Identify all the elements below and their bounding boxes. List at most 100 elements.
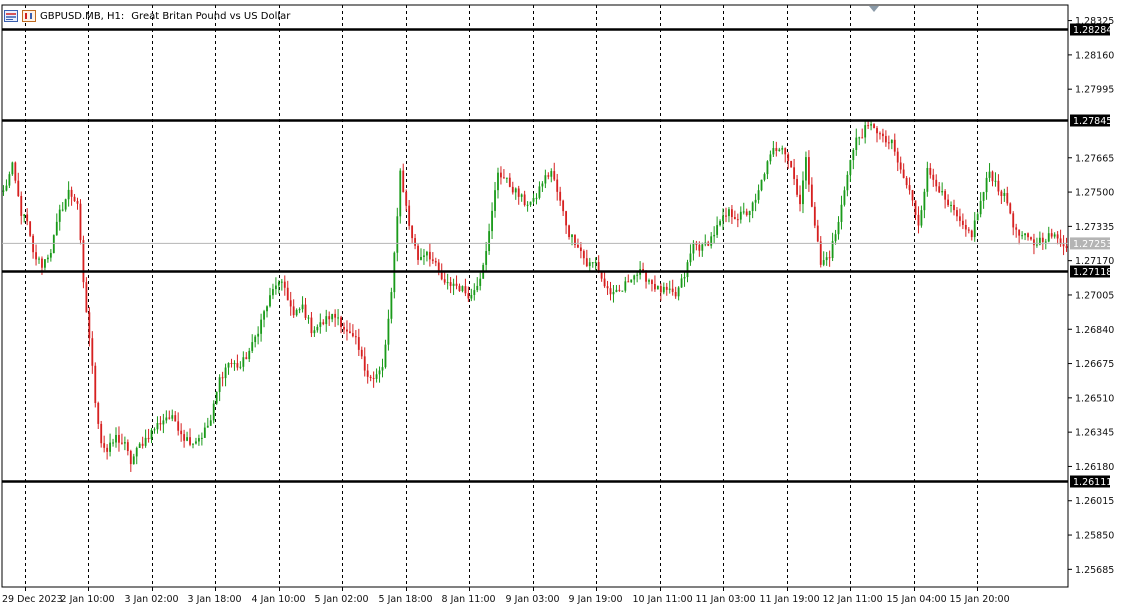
bear-candle-body [1018, 229, 1021, 236]
bear-candle-body [97, 402, 100, 424]
bear-candle-body [289, 300, 292, 307]
bull-candle-body [488, 231, 491, 252]
bull-candle-body [384, 344, 387, 368]
levels-layer: 1.272531.282841.278451.271181.26111 [2, 6, 1112, 488]
bear-candle-body [17, 180, 20, 196]
bull-candle-body [55, 221, 58, 236]
bear-candle-body [73, 196, 76, 202]
bull-candle-body [396, 216, 399, 253]
bear-candle-body [159, 423, 162, 425]
time-axis-label: 15 Jan 20:00 [950, 594, 1010, 605]
bull-candle-body [123, 442, 126, 444]
level-price-label: 1.27118 [1073, 267, 1112, 278]
bull-candle-body [689, 253, 692, 263]
bull-candle-body [662, 286, 665, 293]
bull-candle-body [852, 150, 855, 161]
bear-candle-body [449, 282, 452, 286]
bid-price-label: 1.27253 [1073, 239, 1112, 250]
bear-candle-body [118, 434, 120, 443]
time-axis-label: 2 Jan 10:00 [61, 594, 115, 605]
bull-candle-body [280, 281, 283, 283]
time-axis-label: 8 Jan 11:00 [442, 594, 496, 605]
price-axis-label: 1.27500 [1075, 188, 1114, 199]
bull-candle-body [825, 257, 828, 261]
bear-candle-body [346, 329, 348, 332]
time-axis-label: 11 Jan 19:00 [760, 594, 820, 605]
bear-candle-body [523, 194, 526, 206]
bear-candle-body [29, 221, 32, 236]
bull-candle-body [313, 330, 316, 334]
price-axis-label: 1.26180 [1075, 462, 1114, 473]
chart-shift-marker[interactable] [869, 6, 879, 12]
bull-candle-body [855, 137, 858, 151]
price-chart[interactable]: 1.272531.282841.278451.271181.26111 29 D… [0, 0, 1123, 609]
bull-candle-body [52, 235, 55, 253]
bull-candle-body [541, 183, 544, 187]
bear-candle-body [896, 151, 899, 163]
bear-candle-body [1012, 213, 1015, 228]
bull-candle-body [683, 277, 686, 279]
bull-candle-body [781, 148, 784, 150]
bear-candle-body [340, 317, 342, 327]
bull-candle-body [491, 210, 493, 232]
bear-candle-body [141, 443, 144, 446]
bear-candle-body [879, 133, 881, 135]
bull-candle-body [390, 292, 393, 319]
bear-candle-body [304, 304, 307, 318]
bull-candle-body [1003, 193, 1006, 197]
bull-candle-body [248, 350, 251, 360]
bear-candle-body [725, 215, 727, 217]
bear-candle-body [997, 180, 1000, 192]
bear-candle-body [221, 377, 224, 379]
bull-candle-body [538, 186, 541, 198]
chart-type-icon[interactable] [4, 10, 18, 22]
bear-candle-body [434, 260, 437, 263]
time-axis-label: 5 Jan 02:00 [315, 594, 369, 605]
bear-candle-body [828, 257, 831, 259]
bull-candle-body [295, 309, 298, 316]
bear-candle-body [129, 450, 132, 465]
bull-candle-body [588, 262, 591, 267]
chart-window[interactable]: 1.27253 1.28284 1.27845 1.27118 1.26111 29 D… [0, 0, 1123, 609]
bull-candle-body [135, 447, 138, 457]
bull-candle-body [973, 220, 976, 238]
bear-candle-body [414, 238, 416, 246]
bear-candle-body [674, 291, 677, 297]
price-axis-label: 1.26510 [1075, 393, 1114, 404]
bull-candle-body [156, 423, 159, 430]
bull-candle-body [375, 374, 378, 379]
bear-candle-body [893, 139, 896, 152]
time-axis-label: 29 Dec 2023 [2, 594, 63, 605]
bear-candle-body [85, 282, 88, 313]
price-axis-label: 1.27005 [1075, 290, 1114, 301]
bull-candle-body [514, 188, 517, 193]
price-axis-label: 1.26345 [1075, 428, 1114, 439]
bull-candle-body [630, 279, 633, 283]
bull-candle-body [5, 185, 8, 191]
bull-candle-body [985, 177, 988, 193]
bear-candle-body [106, 447, 109, 452]
bear-candle-body [94, 365, 97, 403]
bear-candle-body [799, 194, 801, 205]
bear-candle-body [665, 286, 668, 290]
bear-candle-body [953, 204, 955, 211]
bear-candle-body [41, 258, 43, 268]
bear-candle-body [606, 286, 609, 289]
bear-candle-body [88, 312, 91, 339]
bull-candle-body [692, 242, 695, 254]
bull-candle-body [890, 139, 893, 144]
bear-candle-body [861, 137, 864, 139]
bull-candle-body [988, 171, 991, 178]
bull-candle-body [686, 262, 689, 278]
bear-candle-body [556, 179, 559, 192]
bear-candle-body [914, 200, 917, 215]
one-click-trading-icon[interactable] [22, 10, 36, 22]
bull-candle-body [751, 202, 754, 212]
bull-candle-body [843, 190, 846, 205]
bull-candle-body [197, 438, 200, 442]
price-axis-label: 1.25850 [1075, 531, 1114, 542]
bull-candle-body [316, 326, 319, 331]
price-axis-label: 1.28160 [1075, 50, 1114, 61]
bull-candle-body [186, 437, 188, 441]
candles-layer [2, 119, 1068, 472]
